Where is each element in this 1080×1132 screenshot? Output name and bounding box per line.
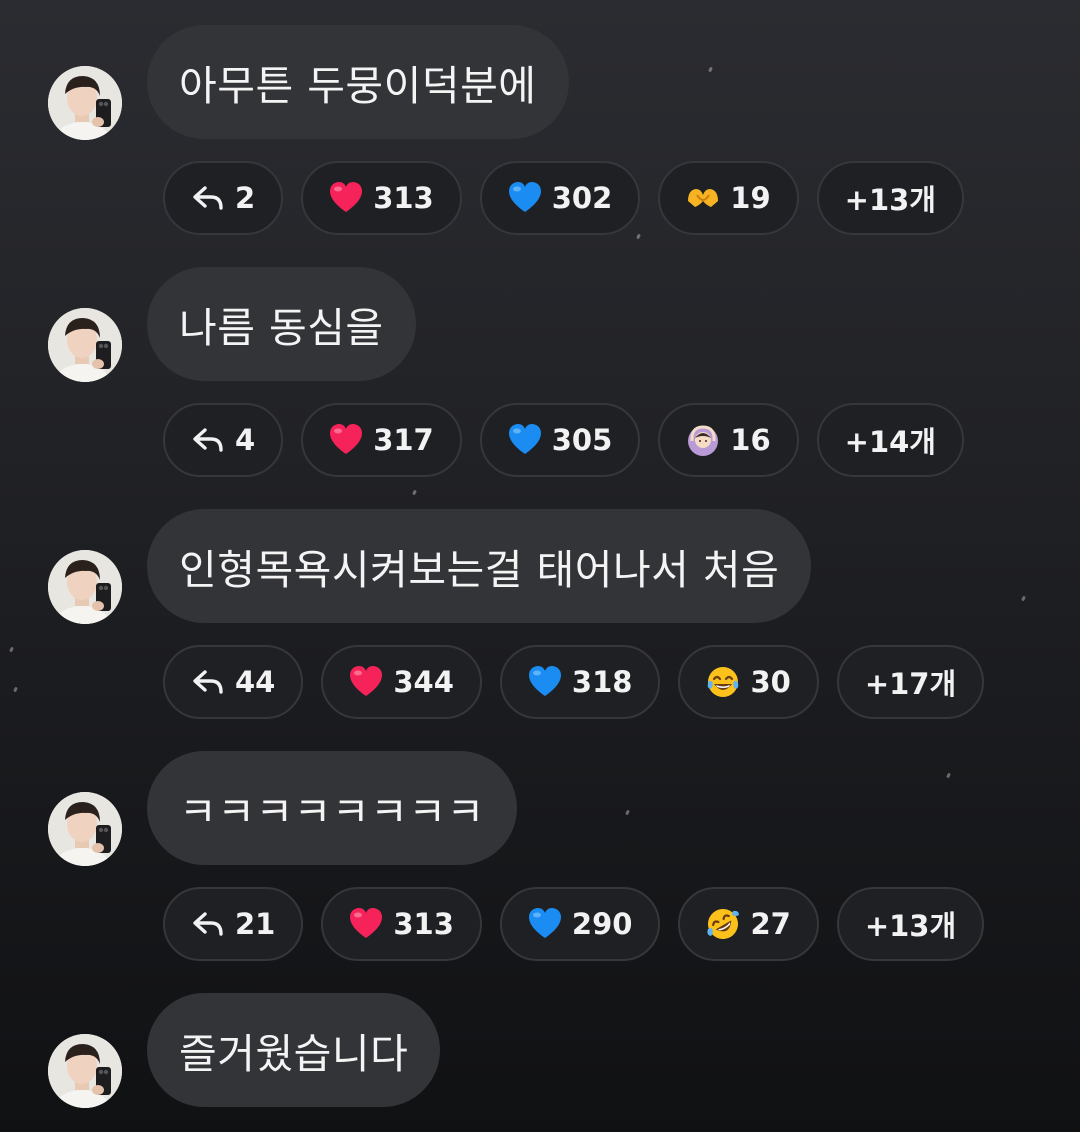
background-speck	[1021, 595, 1026, 602]
reaction-bar: 2 313 302 19 +13개	[163, 161, 964, 235]
background-speck	[412, 489, 417, 496]
heart-hands-icon	[686, 181, 720, 215]
reply-button[interactable]: 2	[163, 161, 284, 235]
red-heart-icon	[329, 423, 363, 457]
background-speck	[13, 686, 18, 693]
message-bubble[interactable]: 아무튼 두뭉이덕분에	[147, 25, 569, 139]
background-speck	[946, 772, 951, 779]
red-heart-count: 313	[373, 181, 434, 215]
blue-heart-count: 318	[571, 665, 633, 699]
blue-heart-reaction[interactable]: 305	[479, 403, 641, 477]
reply-count: 44	[235, 665, 276, 699]
reaction-bar: 44 344 318 30 +17개	[163, 645, 985, 719]
blue-heart-icon	[528, 907, 562, 941]
emoji-count: 27	[750, 907, 791, 941]
emoji-count: 16	[730, 423, 771, 457]
avatar[interactable]	[48, 66, 122, 140]
emoji-reaction[interactable]: 19	[658, 161, 799, 235]
avatar-photo	[48, 66, 122, 140]
blue-heart-icon	[508, 181, 542, 215]
red-heart-count: 317	[373, 423, 434, 457]
reply-count: 2	[235, 181, 256, 215]
blue-heart-icon	[508, 423, 542, 457]
avatar[interactable]	[48, 792, 122, 866]
avatar-photo	[48, 792, 122, 866]
avatar[interactable]	[48, 308, 122, 382]
blue-heart-reaction[interactable]: 302	[479, 161, 641, 235]
more-reactions-button[interactable]: +13개	[816, 161, 964, 235]
message-bubble[interactable]: 인형목욕시켜보는걸 태어나서 처음	[147, 509, 812, 623]
message-bubble[interactable]: 즐거웠습니다	[147, 993, 441, 1107]
reply-count: 21	[235, 907, 276, 941]
background-speck	[625, 809, 630, 816]
tears-of-joy-icon	[706, 665, 740, 699]
more-reactions-button[interactable]: +13개	[836, 887, 985, 961]
avatar[interactable]	[48, 1034, 122, 1108]
reply-arrow-icon	[191, 907, 225, 941]
emoji-reaction[interactable]: 27	[678, 887, 819, 961]
reply-button[interactable]: 21	[163, 887, 304, 961]
message-text: 인형목욕시켜보는걸 태어나서 처음	[179, 546, 780, 594]
reply-button[interactable]: 44	[163, 645, 304, 719]
avatar-photo	[48, 1034, 122, 1108]
red-heart-count: 313	[393, 907, 454, 941]
red-heart-reaction[interactable]: 313	[321, 887, 482, 961]
red-heart-reaction[interactable]: 344	[321, 645, 482, 719]
avatar-photo	[48, 550, 122, 624]
more-reactions-button[interactable]: +17개	[836, 645, 985, 719]
red-heart-icon	[349, 665, 383, 699]
reply-arrow-icon	[191, 423, 225, 457]
avatar-photo	[48, 308, 122, 382]
rofl-icon	[706, 907, 740, 941]
red-heart-reaction[interactable]: 317	[301, 403, 462, 477]
background-speck	[9, 646, 14, 653]
emoji-reaction[interactable]: 30	[678, 645, 819, 719]
background-speck	[708, 66, 713, 73]
message-text: 즐거웠습니다	[179, 1030, 409, 1078]
blue-heart-reaction[interactable]: 318	[499, 645, 661, 719]
person-gesturing-ok-icon	[686, 423, 720, 457]
reaction-bar: 4 317 305 16 +14개	[163, 403, 964, 477]
avatar[interactable]	[48, 550, 122, 624]
more-reactions-button[interactable]: +14개	[816, 403, 964, 477]
red-heart-icon	[349, 907, 383, 941]
red-heart-reaction[interactable]: 313	[301, 161, 462, 235]
more-reactions-label: +14개	[844, 425, 936, 459]
message-bubble[interactable]: 나름 동심을	[147, 267, 416, 381]
red-heart-count: 344	[393, 665, 454, 699]
reaction-bar: 21 313 290 27 +13개	[163, 887, 985, 961]
blue-heart-count: 290	[571, 907, 633, 941]
more-reactions-label: +13개	[864, 909, 957, 943]
blue-heart-count: 305	[551, 423, 613, 457]
more-reactions-label: +17개	[864, 667, 957, 701]
reply-arrow-icon	[191, 181, 225, 215]
emoji-reaction[interactable]: 16	[658, 403, 799, 477]
blue-heart-count: 302	[551, 181, 613, 215]
blue-heart-icon	[528, 665, 562, 699]
red-heart-icon	[329, 181, 363, 215]
message-bubble[interactable]: ㅋㅋㅋㅋㅋㅋㅋㅋ	[147, 751, 517, 865]
emoji-count: 19	[730, 181, 771, 215]
emoji-count: 30	[750, 665, 791, 699]
message-text: 아무튼 두뭉이덕분에	[179, 62, 537, 110]
reply-count: 4	[235, 423, 256, 457]
reply-button[interactable]: 4	[163, 403, 284, 477]
message-text: 나름 동심을	[179, 304, 384, 352]
message-text: ㅋㅋㅋㅋㅋㅋㅋㅋ	[179, 788, 485, 836]
blue-heart-reaction[interactable]: 290	[499, 887, 661, 961]
more-reactions-label: +13개	[844, 183, 936, 217]
reply-arrow-icon	[191, 665, 225, 699]
